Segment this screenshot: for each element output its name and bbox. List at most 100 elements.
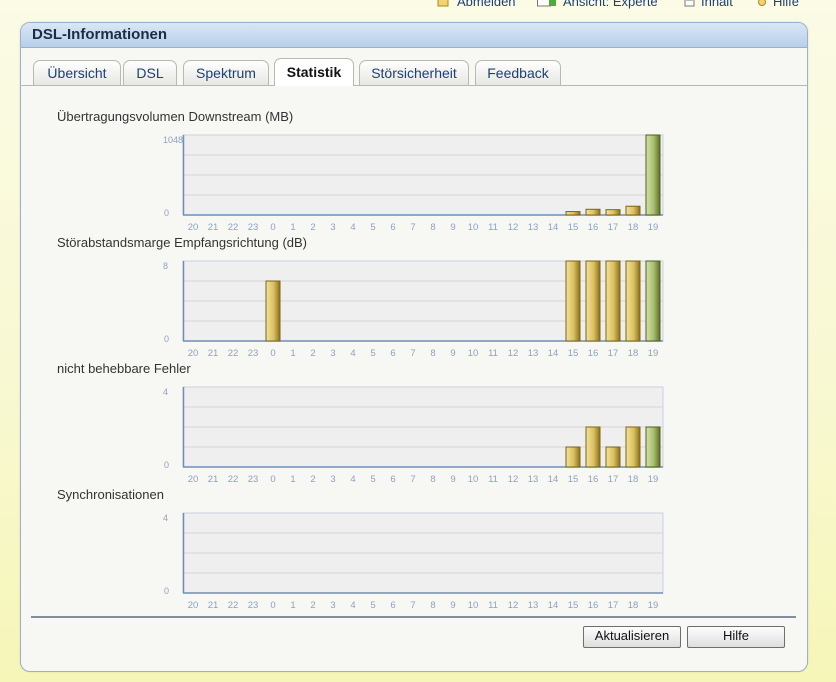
view-mode-link[interactable]: Ansicht: Experte [537,0,658,10]
chart-bar [625,426,641,468]
x-tick-label: 4 [350,222,355,233]
x-tick-label: 18 [628,600,639,611]
x-tick-label: 0 [270,600,275,611]
y-tick-label: 1048 [163,135,183,145]
footer-separator [31,616,796,618]
help-button[interactable]: Hilfe [687,626,785,648]
x-tick-label: 13 [528,222,539,233]
x-tick-label: 15 [568,474,579,485]
y-tick-label: 0 [164,208,169,218]
x-tick-label: 20 [188,348,199,359]
x-tick-label: 6 [390,600,395,611]
view-mode-icon [537,0,557,7]
x-tick-label: 8 [430,600,435,611]
x-tick-label: 12 [508,348,519,359]
chart-bar [605,446,621,468]
x-tick-label: 21 [208,600,219,611]
x-tick-label: 12 [508,600,519,611]
panel-title: DSL-Informationen [21,23,807,48]
x-tick-label: 13 [528,348,539,359]
chart-title-errors: nicht behebbare Fehler [57,361,191,376]
x-tick-label: 15 [568,600,579,611]
chart-bar [265,280,281,342]
x-tick-label: 20 [188,600,199,611]
x-tick-label: 11 [488,348,498,359]
x-tick-label: 10 [468,474,479,485]
x-tick-label: 22 [228,222,239,233]
chart-bar [585,426,601,468]
chart-bar [625,260,641,342]
x-tick-label: 16 [588,222,599,233]
help-icon [757,0,767,7]
x-tick-label: 7 [410,600,415,611]
x-tick-label: 5 [370,222,375,233]
snr-margin-chart: 0820 21 22 23 0 1 2 3 4 5 6 7 8 9 10 11 12 13 14 15 16 17 18 19 [163,260,664,359]
x-tick-label: 19 [648,222,659,233]
chart-bar [605,260,621,342]
chart-bar [585,260,601,342]
x-tick-label: 17 [608,348,619,359]
x-tick-label: 1 [290,474,295,485]
x-tick-label: 14 [548,474,559,485]
help-link[interactable]: Hilfe [757,0,799,10]
top-toolbar: Abmelden Ansicht: Experte Inhalt Hilfe [0,0,836,12]
y-tick-label: 0 [164,334,169,344]
refresh-button[interactable]: Aktualisieren [583,626,681,648]
dsl-info-panel: DSL-Informationen Übersicht DSL Spektrum… [20,22,808,672]
x-tick-label: 23 [248,600,259,611]
x-tick-label: 2 [310,222,315,233]
x-tick-label: 8 [430,474,435,485]
chart-bar [565,260,581,342]
x-tick-label: 0 [270,474,275,485]
tab-interference[interactable]: Störsicherheit [359,60,469,85]
x-tick-label: 21 [208,348,219,359]
x-tick-label: 1 [290,600,295,611]
contents-link[interactable]: Inhalt [684,0,733,10]
tab-overview[interactable]: Übersicht [33,60,121,85]
x-tick-label: 20 [188,474,199,485]
x-tick-label: 10 [468,600,479,611]
chart-title-sync: Synchronisationen [57,487,164,502]
chart-title-snr: Störabstandsmarge Empfangsrichtung (dB) [57,235,308,250]
x-tick-label: 4 [350,348,355,359]
synchronizations-chart: 0420 21 22 23 0 1 2 3 4 5 6 7 8 9 10 11 12 13 14 15 16 17 18 19 [163,512,664,611]
chart-bar [585,208,601,216]
x-tick-label: 4 [350,600,355,611]
x-tick-label: 9 [450,600,455,611]
x-tick-label: 6 [390,474,395,485]
tab-spectrum[interactable]: Spektrum [183,60,269,85]
x-tick-label: 12 [508,474,519,485]
x-tick-label: 17 [608,222,619,233]
x-tick-label: 10 [468,348,479,359]
y-tick-label: 8 [163,261,168,271]
x-tick-label: 11 [488,222,498,233]
tab-feedback[interactable]: Feedback [475,60,561,85]
tab-divider [21,85,807,86]
x-tick-label: 21 [208,222,219,233]
x-tick-label: 14 [548,222,559,233]
x-tick-label: 18 [628,222,639,233]
x-tick-label: 11 [488,474,498,485]
tab-statistics[interactable]: Statistik [274,58,354,86]
x-tick-label: 3 [330,348,335,359]
x-tick-label: 14 [548,600,559,611]
tab-dsl[interactable]: DSL [123,60,177,85]
x-tick-label: 7 [410,348,415,359]
x-tick-label: 10 [468,222,479,233]
x-tick-label: 20 [188,222,199,233]
x-tick-label: 13 [528,600,539,611]
x-tick-label: 5 [370,600,375,611]
chart-bar [645,134,661,216]
x-tick-label: 23 [248,348,259,359]
x-tick-label: 22 [228,348,239,359]
x-tick-label: 5 [370,474,375,485]
logout-icon [437,0,451,7]
chart-bar [565,446,581,468]
x-tick-label: 4 [350,474,355,485]
chart-bar [625,205,641,216]
logout-link[interactable]: Abmelden [437,0,516,10]
x-tick-label: 1 [290,348,295,359]
x-tick-label: 2 [310,474,315,485]
x-tick-label: 5 [370,348,375,359]
x-tick-label: 0 [270,348,275,359]
